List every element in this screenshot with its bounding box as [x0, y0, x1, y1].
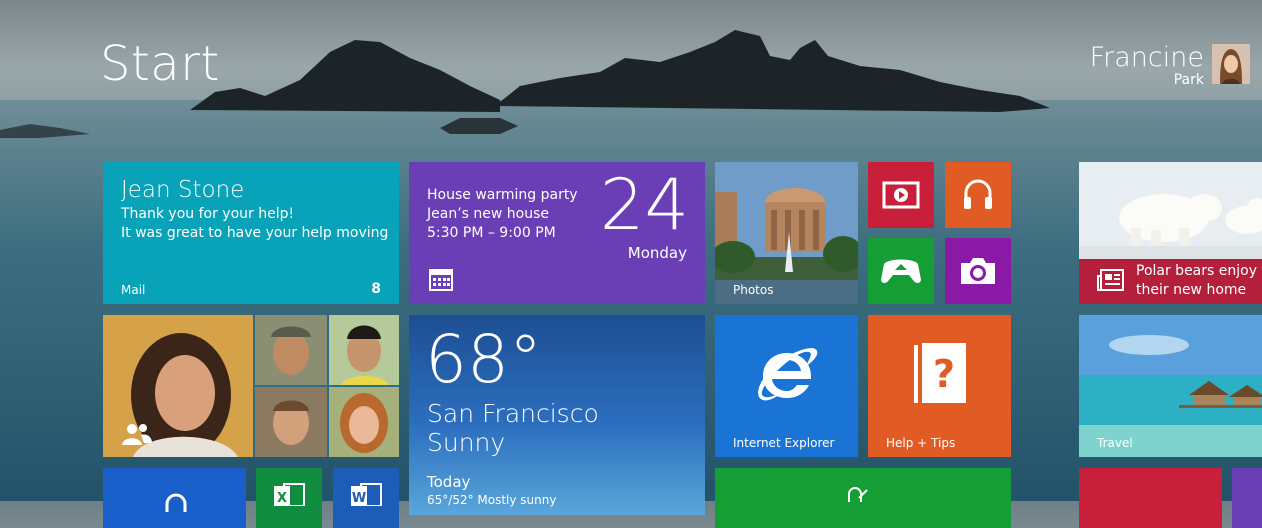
weather-temperature: 68° — [425, 321, 542, 398]
help-tips-tile[interactable]: ? Help + Tips — [868, 315, 1011, 457]
internet-explorer-icon — [758, 348, 818, 401]
weather-condition: Sunny — [427, 428, 506, 457]
start-title: Start — [100, 36, 220, 92]
calendar-event-time: 5:30 PM – 9:00 PM — [427, 225, 556, 241]
mail-unread-count: 8 — [371, 281, 381, 297]
svg-text:?: ? — [933, 352, 955, 396]
weather-city: San Francisco — [427, 399, 599, 428]
word-tile[interactable]: W — [333, 468, 399, 528]
mail-tile[interactable]: Jean Stone Thank you for your help! It w… — [103, 162, 399, 304]
svg-text:X: X — [277, 491, 287, 506]
tile-glyph-icon — [848, 487, 868, 502]
music-tile[interactable] — [945, 162, 1011, 228]
camera-icon — [961, 258, 995, 284]
word-icon: W — [351, 483, 382, 506]
photos-tile[interactable]: Photos — [715, 162, 858, 304]
help-tips-label: Help + Tips — [886, 436, 956, 450]
calendar-icon — [429, 269, 453, 291]
people-icon — [122, 424, 152, 445]
people-tile[interactable] — [103, 315, 399, 457]
news-headline-line-1: Polar bears enjoy fun — [1136, 263, 1262, 279]
weather-today-label: Today — [427, 473, 471, 491]
user-last-name: Park — [1173, 72, 1204, 88]
svg-text:W: W — [352, 491, 366, 506]
red-tile-partial[interactable] — [1079, 468, 1222, 528]
travel-tile[interactable]: Travel — [1079, 315, 1262, 457]
calendar-weekday: Monday — [627, 244, 687, 262]
mail-preview-line-1: Thank you for your help! — [121, 206, 295, 222]
calendar-event-location: Jean’s new house — [427, 206, 549, 222]
excel-icon: X — [274, 483, 305, 506]
video-play-icon — [882, 181, 920, 209]
photos-tile-label: Photos — [733, 283, 774, 297]
help-book-icon: ? — [914, 343, 966, 403]
newspaper-icon — [1097, 269, 1124, 291]
purple-tile-partial[interactable] — [1232, 468, 1262, 528]
games-tile[interactable] — [868, 238, 934, 304]
headphones-icon — [964, 179, 992, 209]
excel-tile[interactable]: X — [256, 468, 322, 528]
user-account[interactable]: Francine Park — [1050, 42, 1250, 92]
video-tile[interactable] — [868, 162, 934, 228]
store-bag-icon — [165, 493, 187, 512]
mail-tile-label: Mail — [121, 283, 146, 297]
internet-explorer-tile[interactable]: Internet Explorer — [715, 315, 858, 457]
calendar-tile[interactable]: House warming party Jean’s new house 5:3… — [409, 162, 705, 304]
travel-tile-label: Travel — [1097, 436, 1133, 450]
news-tile-image — [1079, 162, 1262, 259]
weather-forecast: 65°/52° Mostly sunny — [427, 493, 557, 507]
calendar-event-title: House warming party — [427, 187, 578, 203]
weather-tile[interactable]: 68° San Francisco Sunny Today 65°/52° Mo… — [409, 315, 705, 515]
green-wide-tile[interactable] — [715, 468, 1011, 528]
internet-explorer-label: Internet Explorer — [733, 436, 835, 450]
calendar-day-number: 24 — [599, 164, 689, 246]
camera-tile[interactable] — [945, 238, 1011, 304]
news-tile[interactable]: Polar bears enjoy fun their new home — [1079, 162, 1262, 304]
store-tile[interactable] — [103, 468, 246, 528]
xbox-controller-icon — [881, 259, 921, 283]
user-avatar[interactable] — [1212, 44, 1250, 84]
news-headline-line-2: their new home — [1136, 282, 1247, 298]
user-first-name: Francine — [1089, 42, 1204, 73]
mail-preview-line-2: It was great to have your help moving — [121, 225, 389, 241]
mail-sender: Jean Stone — [121, 177, 245, 203]
